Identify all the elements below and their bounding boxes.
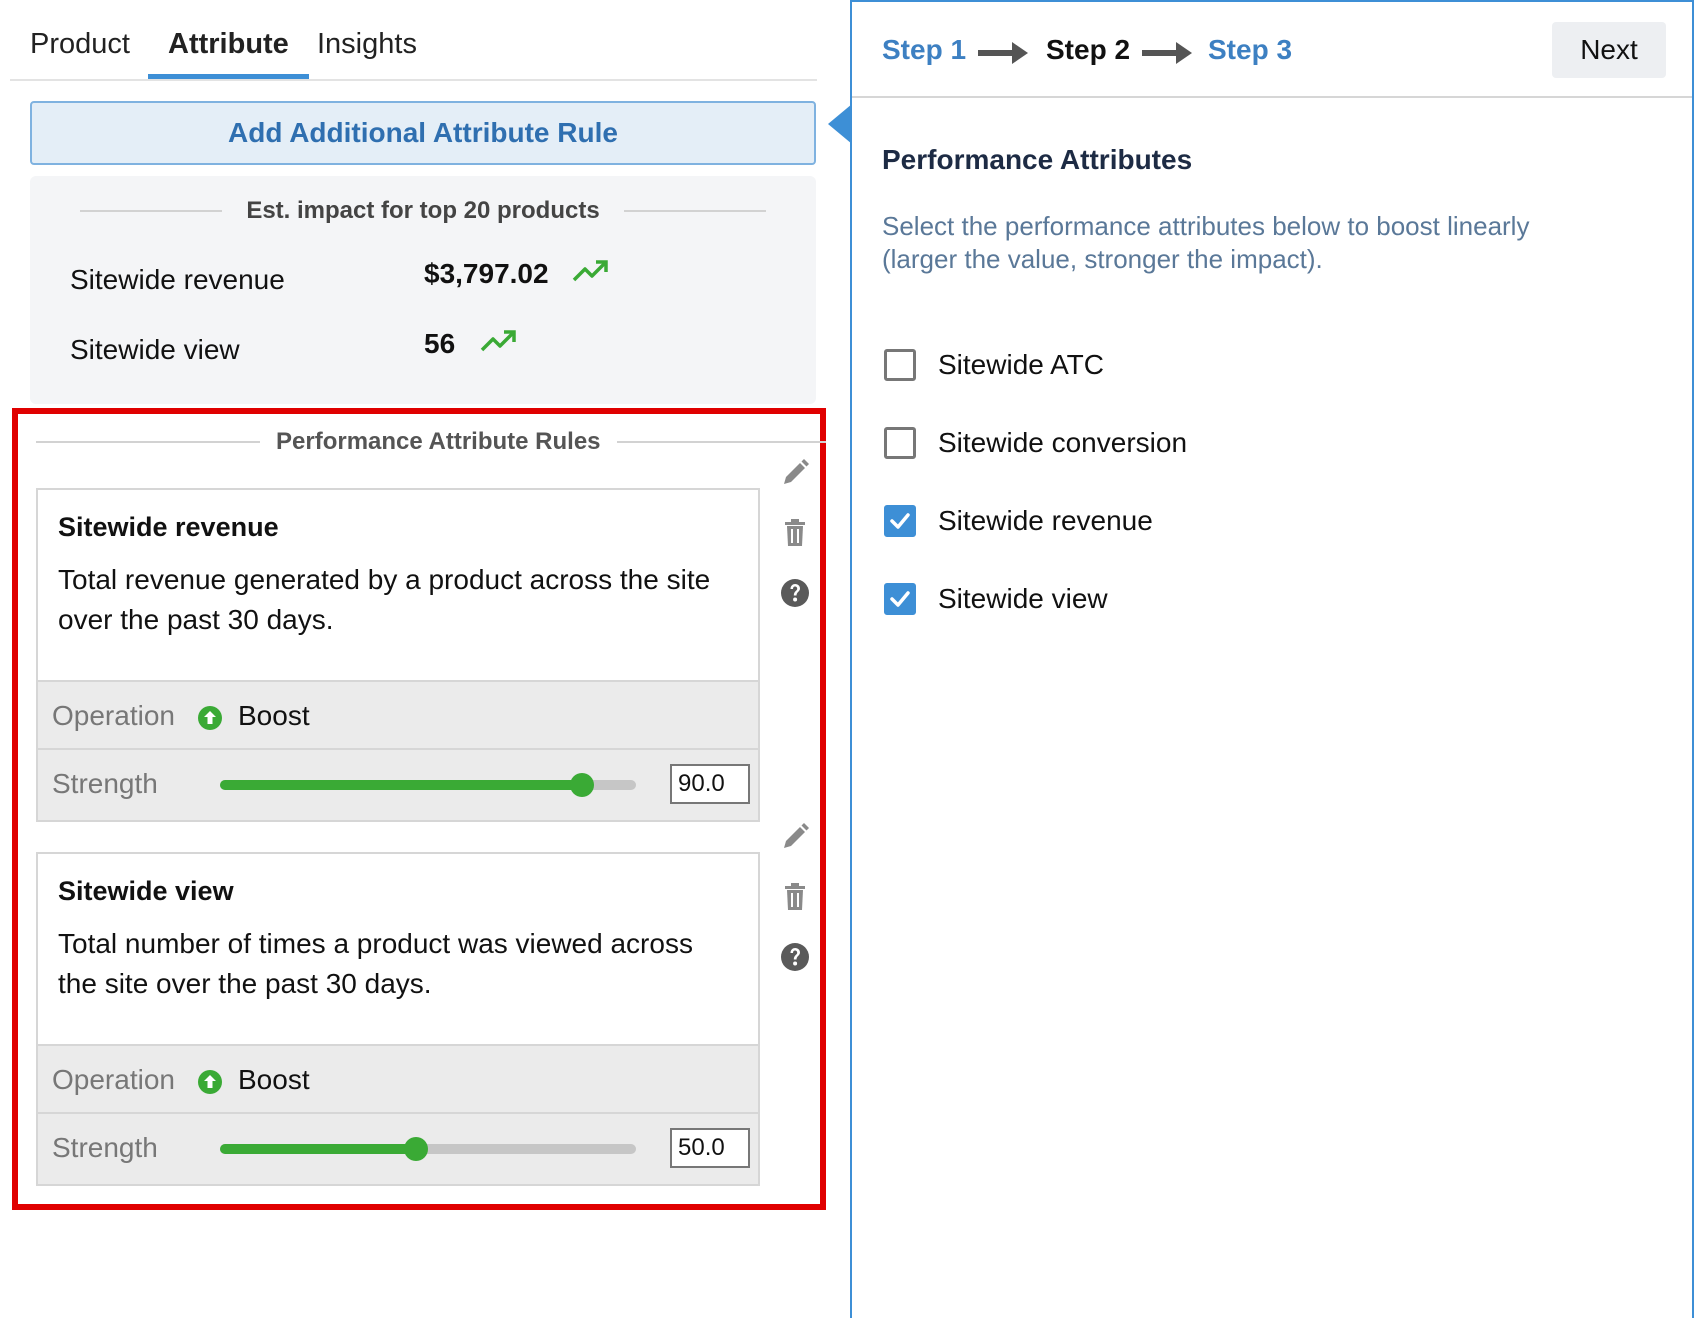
operation-row: Operation Boost <box>38 1044 758 1114</box>
trending-up-icon <box>480 330 516 352</box>
checkbox-label: Sitewide ATC <box>938 349 1104 380</box>
rule-description: Total number of times a product was view… <box>58 928 693 999</box>
divider <box>36 441 260 443</box>
trending-up-icon <box>572 260 608 282</box>
strength-row: Strength 50.0 <box>38 1114 758 1184</box>
checkmark-icon <box>890 513 910 529</box>
boost-arrow-up-icon <box>198 1070 222 1094</box>
checkbox-label: Sitewide conversion <box>938 427 1188 458</box>
rule-card: Sitewide revenue Total revenue generated… <box>36 488 760 822</box>
step-3[interactable]: Step 3 <box>1208 34 1292 66</box>
performance-attribute-rules: Performance Attribute Rules Sitewide rev… <box>12 408 826 1210</box>
attribute-panel: Product Attribute Insights Add Additiona… <box>0 0 830 1318</box>
divider <box>80 210 223 212</box>
operation-label: Operation <box>52 700 175 731</box>
rule-card: Sitewide view Total number of times a pr… <box>36 852 760 1186</box>
slider-handle[interactable] <box>569 773 594 797</box>
performance-attributes-title: Performance Attributes <box>882 144 1193 175</box>
add-attribute-rule-button[interactable]: Add Additional Attribute Rule <box>30 101 816 165</box>
checkbox-label: Sitewide revenue <box>938 505 1153 536</box>
help-question-icon[interactable] <box>778 940 812 974</box>
operation-value[interactable]: Boost <box>238 700 310 732</box>
operation-row: Operation Boost <box>38 680 758 750</box>
checkbox-sitewide-atc[interactable]: Sitewide ATC <box>884 348 1104 382</box>
tab-product[interactable]: Product <box>30 28 130 61</box>
operation-label: Operation <box>52 1064 175 1095</box>
divider <box>616 441 826 443</box>
metric-label-revenue: Sitewide revenue <box>70 264 285 295</box>
next-button[interactable]: Next <box>1552 22 1666 78</box>
strength-input[interactable]: 90.0 <box>670 764 750 804</box>
active-tab-indicator <box>148 74 309 79</box>
metric-value-view: 56 <box>424 328 456 359</box>
metric-label-view: Sitewide view <box>70 334 240 365</box>
tab-insights[interactable]: Insights <box>317 28 417 61</box>
checkbox-sitewide-revenue[interactable]: Sitewide revenue <box>884 504 1153 538</box>
strength-slider[interactable] <box>220 773 636 797</box>
checkbox[interactable] <box>884 583 916 615</box>
checkbox-sitewide-view[interactable]: Sitewide view <box>884 582 1108 616</box>
boost-arrow-up-icon <box>198 706 222 730</box>
rule-name: Sitewide view <box>58 876 234 906</box>
strength-slider[interactable] <box>220 1137 636 1161</box>
panel-pointer <box>828 104 852 144</box>
wizard-panel: Step 1 Step 2 Step 3 Next Performance At… <box>850 0 1694 1318</box>
trash-delete-icon[interactable] <box>778 516 812 550</box>
slider-fill <box>220 780 582 790</box>
rule-name: Sitewide revenue <box>58 512 279 542</box>
help-question-icon[interactable] <box>778 576 812 610</box>
rules-section-title: Performance Attribute Rules <box>276 428 601 455</box>
checkmark-icon <box>890 591 910 607</box>
rule-description: Total revenue generated by a product acr… <box>58 564 711 635</box>
step-2[interactable]: Step 2 <box>1046 34 1130 66</box>
operation-value[interactable]: Boost <box>238 1064 310 1096</box>
divider <box>623 210 767 212</box>
arrow-right-icon <box>978 42 1028 64</box>
strength-label: Strength <box>52 1132 158 1163</box>
impact-title: Est. impact for top 20 products <box>246 197 600 224</box>
slider-handle[interactable] <box>403 1137 428 1161</box>
strength-input[interactable]: 50.0 <box>670 1128 750 1168</box>
pencil-edit-icon[interactable] <box>778 456 812 490</box>
performance-attributes-description: Select the performance attributes below … <box>882 211 1530 274</box>
step-1[interactable]: Step 1 <box>882 34 966 66</box>
checkbox[interactable] <box>884 427 916 459</box>
checkbox-sitewide-conversion[interactable]: Sitewide conversion <box>884 426 1187 460</box>
metric-value-revenue: $3,797.02 <box>424 258 549 289</box>
arrow-right-icon <box>1142 42 1192 64</box>
tab-bar: Product Attribute Insights <box>10 0 817 81</box>
checkbox[interactable] <box>884 349 916 381</box>
strength-label: Strength <box>52 768 158 799</box>
strength-row: Strength 90.0 <box>38 750 758 820</box>
checkbox[interactable] <box>884 505 916 537</box>
trash-delete-icon[interactable] <box>778 880 812 914</box>
tab-attribute[interactable]: Attribute <box>168 28 289 61</box>
wizard-header: Step 1 Step 2 Step 3 Next <box>852 2 1692 98</box>
pencil-edit-icon[interactable] <box>778 820 812 854</box>
impact-summary: Est. impact for top 20 products Sitewide… <box>30 176 816 404</box>
checkbox-label: Sitewide view <box>938 583 1108 614</box>
slider-fill <box>220 1144 416 1154</box>
